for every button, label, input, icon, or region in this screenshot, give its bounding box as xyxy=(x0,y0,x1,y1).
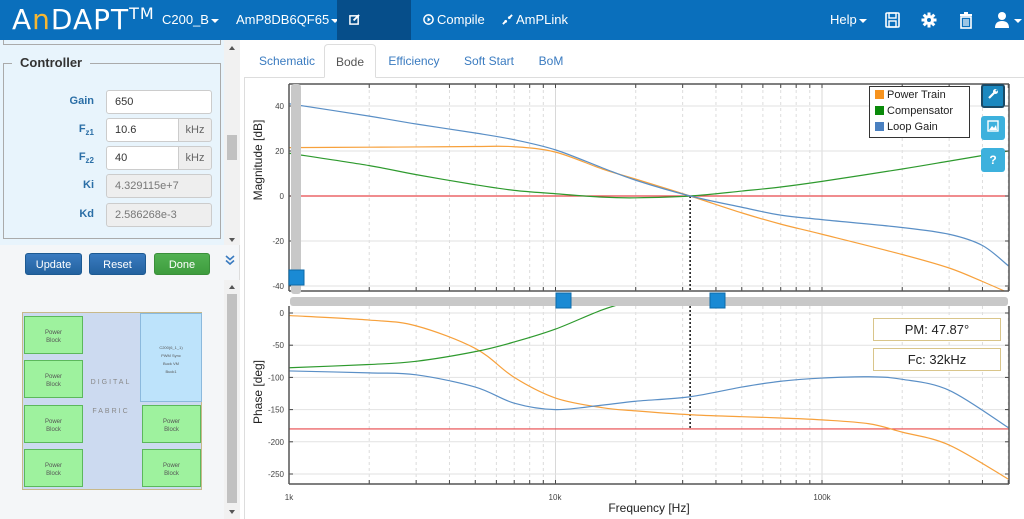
bode-plot: 40 20 0 -20 -40 0 -50 -100 -150 -200 -250 Magnitud… xyxy=(251,83,1010,515)
legend-swatch xyxy=(875,106,884,115)
legend-swatch xyxy=(875,90,884,99)
legend-swatch xyxy=(875,122,884,131)
chart-legend: Power Train Compensator Loop Gain xyxy=(869,86,970,138)
image-icon xyxy=(987,120,999,132)
axes: 40 20 0 -20 -40 0 -50 -100 -150 -200 -250 xyxy=(268,83,1010,485)
x-tick-label: 1k xyxy=(285,493,294,502)
frequency-range-slider-track[interactable] xyxy=(290,297,1008,306)
phase-axis-label: Phase [deg] xyxy=(251,360,265,424)
chart-settings-button[interactable] xyxy=(981,84,1005,108)
wrench-icon xyxy=(988,89,998,99)
y-tick-label: -50 xyxy=(272,341,284,350)
y-tick-label: -150 xyxy=(268,406,285,415)
series-loop-gain-phase xyxy=(289,370,1009,429)
y-tick-label: -250 xyxy=(268,470,285,479)
phase-margin-readout: PM: 47.87° xyxy=(873,318,1001,341)
magnitude-axis-label: Magnitude [dB] xyxy=(251,120,265,201)
magnitude-range-slider-track[interactable] xyxy=(291,84,301,294)
y-tick-label: 0 xyxy=(280,192,285,201)
legend-item-loop-gain[interactable]: Loop Gain xyxy=(875,120,938,134)
legend-item-compensator[interactable]: Compensator xyxy=(875,104,953,118)
crossover-frequency-readout: Fc: 32kHz xyxy=(873,348,1001,371)
y-tick-label: 20 xyxy=(275,147,284,156)
export-image-button[interactable] xyxy=(981,116,1005,140)
y-tick-label: -40 xyxy=(272,282,284,291)
y-tick-label: -20 xyxy=(272,237,284,246)
magnitude-range-handle[interactable] xyxy=(288,269,305,286)
x-tick-label: 10k xyxy=(549,493,563,502)
y-tick-label: -100 xyxy=(268,373,285,382)
legend-item-power-train[interactable]: Power Train xyxy=(875,88,946,102)
y-tick-label: 0 xyxy=(280,309,285,318)
frequency-axis-label: Frequency [Hz] xyxy=(608,501,689,515)
x-tick-label: 100k xyxy=(813,493,831,502)
frequency-range-handle-high[interactable] xyxy=(709,292,726,309)
series-compensator-magnitude xyxy=(289,150,1009,199)
y-tick-label: 40 xyxy=(275,102,284,111)
frequency-range-handle-low[interactable] xyxy=(555,292,572,309)
series-power-train-magnitude xyxy=(289,145,1006,291)
y-tick-label: -200 xyxy=(268,438,285,447)
chart-help-button[interactable]: ? xyxy=(981,148,1005,172)
